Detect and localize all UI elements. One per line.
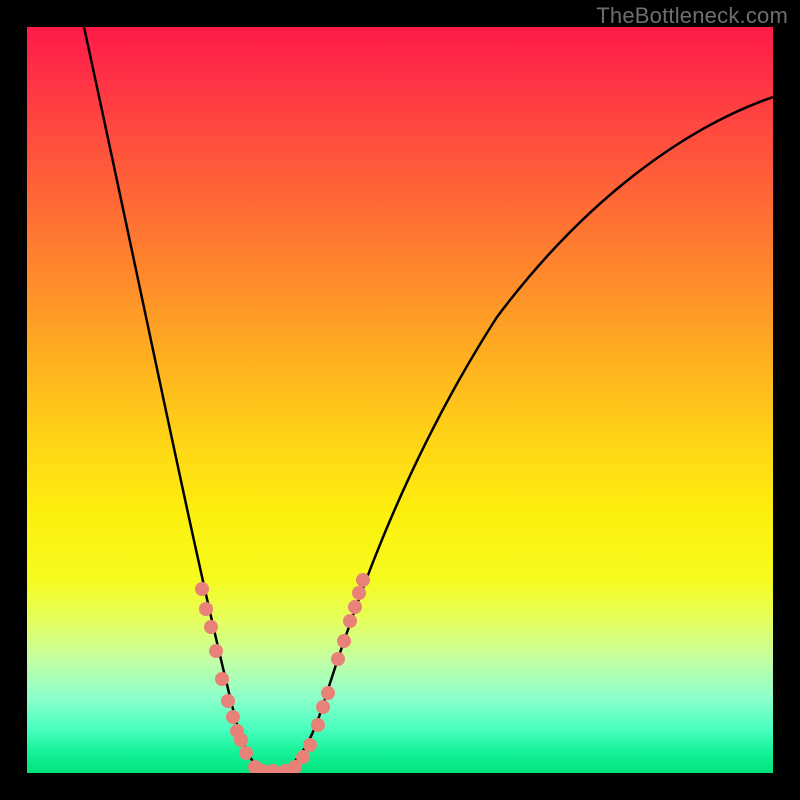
data-marker — [204, 620, 218, 634]
data-marker — [221, 694, 235, 708]
data-marker — [234, 733, 248, 747]
data-marker — [343, 614, 357, 628]
data-marker — [311, 718, 325, 732]
data-marker — [215, 672, 229, 686]
watermark-text: TheBottleneck.com — [596, 3, 788, 29]
data-marker — [296, 750, 310, 764]
data-marker — [209, 644, 223, 658]
data-marker — [348, 600, 362, 614]
plot-area — [27, 27, 773, 773]
bottleneck-curve — [84, 27, 773, 771]
chart-frame: TheBottleneck.com — [0, 0, 800, 800]
marker-group-bottom — [256, 764, 292, 773]
marker-group-right — [288, 573, 370, 773]
data-marker — [266, 764, 280, 773]
data-marker — [316, 700, 330, 714]
chart-svg — [27, 27, 773, 773]
data-marker — [337, 634, 351, 648]
data-marker — [239, 746, 253, 760]
data-marker — [321, 686, 335, 700]
data-marker — [356, 573, 370, 587]
marker-group-left — [195, 582, 262, 773]
data-marker — [199, 602, 213, 616]
data-marker — [226, 710, 240, 724]
data-marker — [331, 652, 345, 666]
data-marker — [352, 586, 366, 600]
data-marker — [195, 582, 209, 596]
data-marker — [303, 738, 317, 752]
